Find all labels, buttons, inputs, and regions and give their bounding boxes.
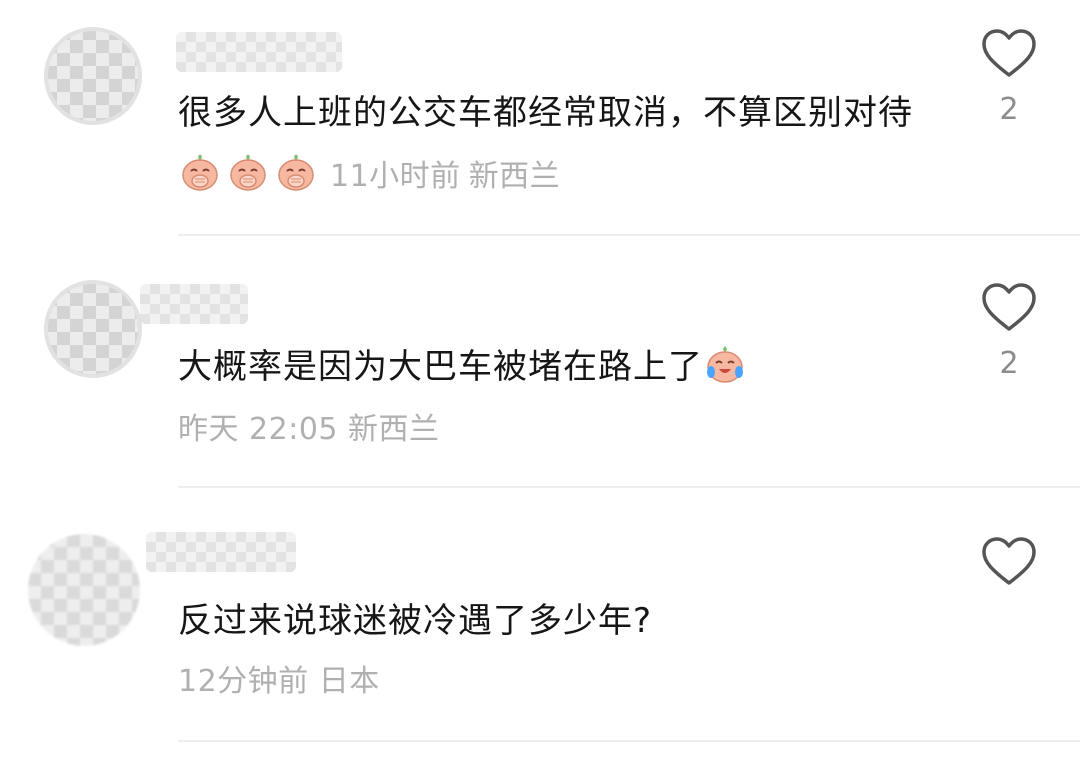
comment-meta: 12分钟前 日本	[178, 662, 380, 702]
heart-outline-icon[interactable]	[980, 28, 1038, 80]
heart-outline-icon[interactable]	[980, 282, 1038, 334]
avatar[interactable]	[44, 280, 142, 378]
crying-laughing-emoji	[703, 342, 747, 386]
username-redacted[interactable]	[146, 532, 296, 572]
comment-item[interactable]: 很多人上班的公交车都经常取消，不算区别对待11小时前 新西兰 2	[0, 0, 1080, 236]
comment-body: 大概率是因为大巴车被堵在路上了	[178, 336, 938, 398]
comment-location: 新西兰	[348, 412, 440, 447]
comment-meta: 昨天 22:05 新西兰	[178, 410, 440, 450]
comment-time: 昨天 22:05	[178, 412, 338, 447]
like-button[interactable]	[980, 28, 1038, 80]
comment-text: 大概率是因为大巴车被堵在路上了	[178, 347, 703, 387]
covering-mouth-laugh-emoji	[178, 150, 222, 194]
like-button[interactable]	[980, 536, 1038, 588]
comment-item[interactable]: 反过来说球迷被冷遇了多少年? 12分钟前 日本	[0, 488, 1080, 766]
avatar[interactable]	[44, 27, 142, 125]
avatar[interactable]	[28, 534, 140, 646]
comment-location: 日本	[318, 664, 380, 699]
comment-body: 反过来说球迷被冷遇了多少年?	[178, 590, 938, 652]
comment-location: 新西兰	[468, 159, 561, 194]
heart-outline-icon[interactable]	[980, 536, 1038, 588]
username-redacted[interactable]	[176, 32, 342, 72]
comment-body: 很多人上班的公交车都经常取消，不算区别对待11小时前 新西兰	[178, 82, 938, 208]
username-redacted[interactable]	[140, 284, 248, 324]
comment-text: 反过来说球迷被冷遇了多少年?	[178, 601, 653, 641]
comment-text: 很多人上班的公交车都经常取消，不算区别对待	[178, 93, 913, 133]
comment-time: 12分钟前	[178, 664, 309, 699]
like-count: 2	[999, 92, 1019, 127]
comment-time: 11小时前	[330, 159, 461, 194]
covering-mouth-laugh-emoji	[274, 150, 318, 194]
like-count: 2	[999, 346, 1019, 381]
divider	[178, 740, 1080, 742]
covering-mouth-laugh-emoji	[226, 150, 270, 194]
comment-item[interactable]: 大概率是因为大巴车被堵在路上了 昨天 22:05 新西兰 2	[0, 236, 1080, 488]
like-button[interactable]	[980, 282, 1038, 334]
